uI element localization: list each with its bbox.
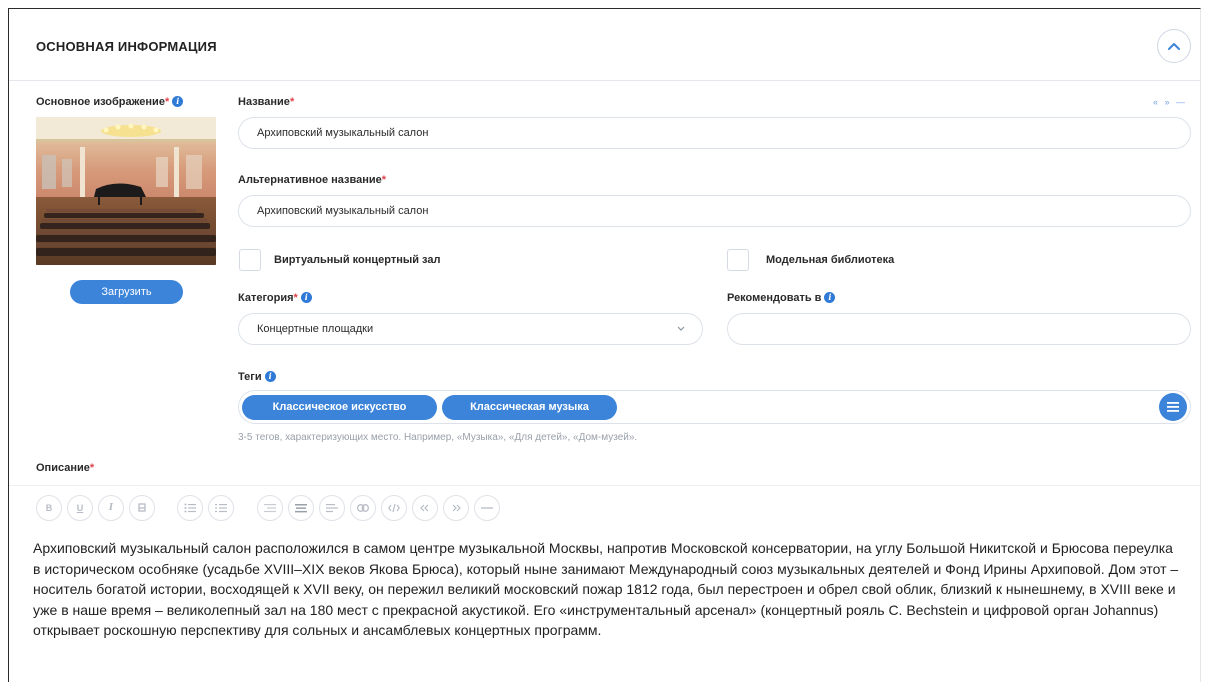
main-info-panel: ОСНОВНАЯ ИНФОРМАЦИЯ Основное изображение… — [8, 8, 1201, 682]
info-icon[interactable]: i — [824, 292, 836, 303]
concert-hall-image — [36, 117, 216, 265]
alt-name-label: Альтернативное название* — [238, 174, 386, 186]
recommend-input[interactable] — [727, 313, 1191, 345]
link-button[interactable] — [350, 495, 376, 521]
bullet-list-button[interactable] — [177, 495, 203, 521]
upload-button[interactable]: Загрузить — [70, 280, 183, 304]
align-right-button[interactable] — [319, 495, 345, 521]
quote-open-icon — [420, 504, 429, 512]
underline-button[interactable]: U — [67, 495, 93, 521]
menu-icon — [1167, 402, 1179, 412]
info-icon[interactable]: i — [172, 96, 184, 107]
quote-open-button[interactable] — [412, 495, 438, 521]
italic-icon: I — [108, 503, 114, 513]
alt-name-label-text: Альтернативное название — [238, 174, 382, 186]
section-header: ОСНОВНАЯ ИНФОРМАЦИЯ — [9, 9, 1200, 81]
name-label-text: Название — [238, 96, 290, 108]
tags-input[interactable]: Классическое искусство Классическая музы… — [238, 390, 1191, 424]
editor-divider — [9, 485, 1200, 486]
clear-format-button[interactable] — [129, 495, 155, 521]
italic-button[interactable]: I — [98, 495, 124, 521]
recommend-label: Рекомендовать вi — [727, 292, 836, 304]
tags-label-text: Теги — [238, 371, 262, 383]
category-select[interactable]: Концертные площадки — [238, 313, 703, 345]
section-title: ОСНОВНАЯ ИНФОРМАЦИЯ — [36, 39, 217, 54]
description-label: Описание* — [36, 462, 94, 474]
numbered-list-button[interactable] — [208, 495, 234, 521]
alt-name-input[interactable]: Архиповский музыкальный салон — [238, 195, 1191, 227]
main-image-label: Основное изображение* i — [36, 96, 184, 108]
quote-close-icon — [452, 504, 461, 512]
required-mark: * — [293, 292, 298, 304]
name-input[interactable]: Архиповский музыкальный салон — [238, 117, 1191, 149]
bold-icon: B — [45, 503, 53, 513]
required-mark: * — [289, 96, 295, 108]
info-icon[interactable]: i — [300, 292, 312, 303]
tags-list-button[interactable] — [1159, 393, 1187, 421]
tags-hint: 3-5 тегов, характеризующих место. Наприм… — [238, 432, 638, 443]
code-icon — [388, 503, 400, 513]
underline-icon: U — [76, 503, 84, 513]
required-mark: * — [89, 462, 95, 474]
numbered-list-icon — [215, 504, 227, 513]
horizontal-rule-icon — [481, 507, 493, 509]
tag-chip[interactable]: Классическое искусство — [242, 395, 437, 420]
align-left-button[interactable] — [257, 495, 283, 521]
align-center-button[interactable] — [288, 495, 314, 521]
name-label: Название* — [238, 96, 294, 108]
quote-close-button[interactable] — [443, 495, 469, 521]
required-mark: * — [164, 96, 170, 108]
bold-button[interactable]: B — [36, 495, 62, 521]
description-text[interactable]: Архиповский музыкальный салон расположил… — [33, 538, 1183, 641]
description-label-text: Описание — [36, 462, 90, 474]
chevron-down-icon — [676, 314, 686, 357]
align-left-icon — [264, 504, 276, 513]
category-label-text: Категория — [238, 292, 294, 304]
main-image-preview — [36, 117, 216, 265]
model-library-checkbox[interactable] — [727, 249, 749, 271]
align-right-icon — [326, 504, 338, 513]
language-switcher[interactable]: « » — — [1153, 97, 1187, 107]
link-icon — [357, 504, 369, 512]
required-mark: * — [381, 174, 387, 186]
code-button[interactable] — [381, 495, 407, 521]
main-image-label-text: Основное изображение — [36, 96, 165, 108]
model-library-label: Модельная библиотека — [766, 254, 895, 266]
tag-chip[interactable]: Классическая музыка — [442, 395, 617, 420]
virtual-hall-checkbox[interactable] — [239, 249, 261, 271]
eraser-icon — [138, 503, 146, 512]
info-icon[interactable]: i — [264, 371, 276, 382]
recommend-label-text: Рекомендовать в — [727, 292, 822, 304]
bullet-list-icon — [184, 503, 196, 513]
category-label: Категория* i — [238, 292, 312, 304]
chevron-up-icon — [1168, 43, 1180, 50]
virtual-hall-label: Виртуальный концертный зал — [274, 254, 441, 266]
align-center-icon — [295, 504, 307, 513]
category-value: Концертные площадки — [257, 323, 374, 335]
collapse-button[interactable] — [1157, 29, 1191, 63]
tags-label: Теги i — [238, 371, 276, 383]
horizontal-rule-button[interactable] — [474, 495, 500, 521]
